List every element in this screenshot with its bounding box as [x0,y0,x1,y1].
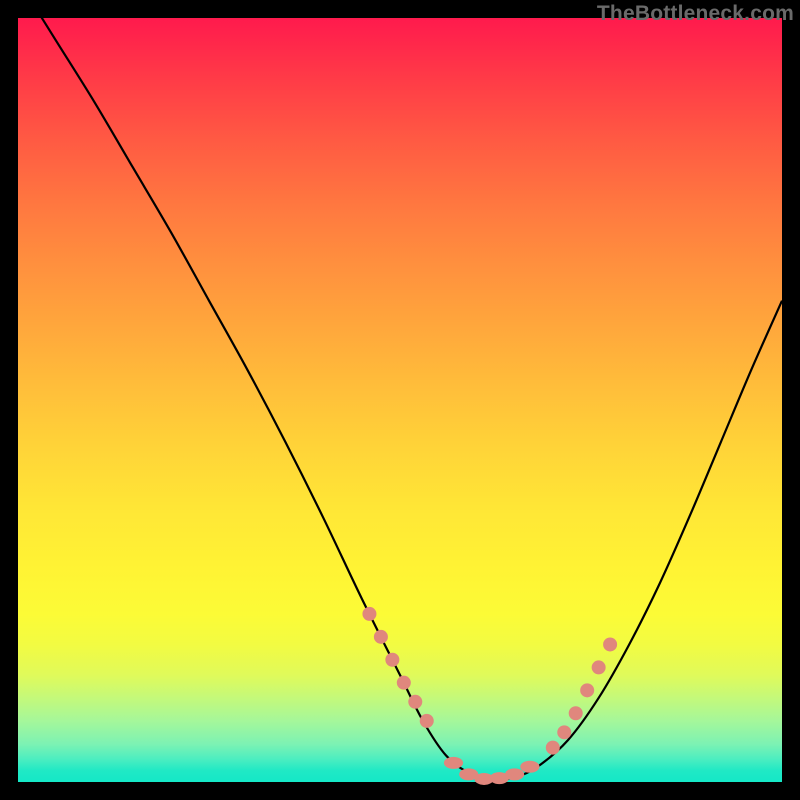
chart-svg [18,18,782,782]
curve-marker [408,695,422,709]
curve-marker [546,741,560,755]
curve-marker [557,725,571,739]
curve-marker [385,653,399,667]
marker-group [362,607,617,785]
curve-marker [569,706,583,720]
curve-marker [520,761,539,773]
watermark-text: TheBottleneck.com [597,2,794,26]
curve-marker [397,676,411,690]
curve-marker [505,768,524,780]
curve-marker [603,637,617,651]
curve-marker [420,714,434,728]
curve-marker [444,757,463,769]
chart-frame: TheBottleneck.com [0,0,800,800]
curve-marker [580,683,594,697]
curve-marker [374,630,388,644]
curve-marker [592,660,606,674]
curve-marker [362,607,376,621]
bottleneck-curve [18,0,782,779]
